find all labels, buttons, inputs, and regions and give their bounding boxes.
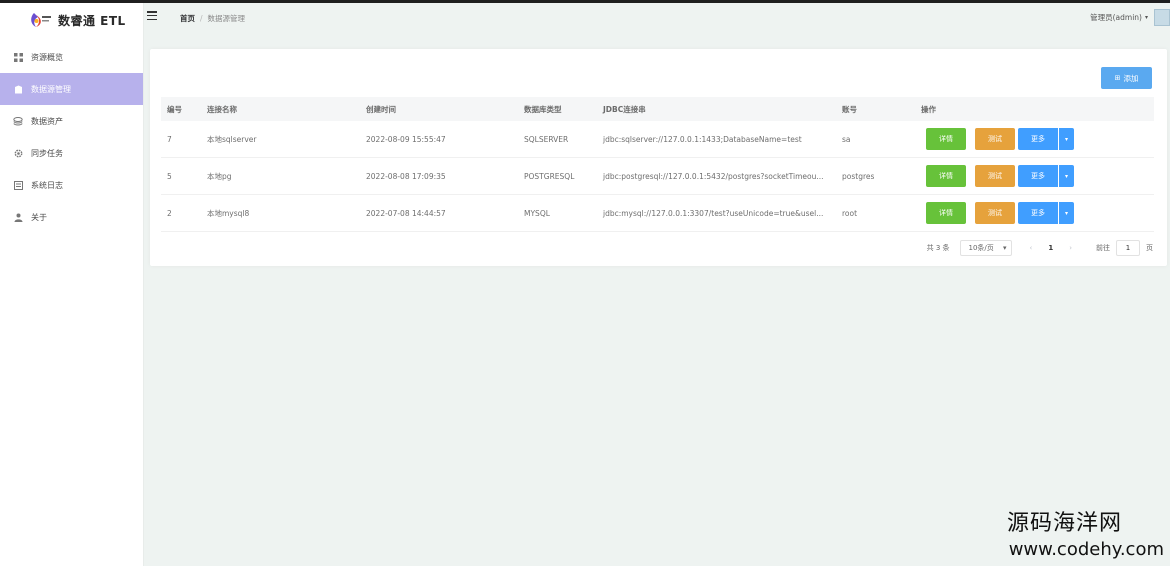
table-row: 7 本地sqlserver 2022-08-09 15:55:47 SQLSER… <box>161 121 1154 158</box>
cell-created: 2022-07-08 14:44:57 <box>366 208 446 218</box>
sidebar-item-label: 资源概览 <box>31 52 63 62</box>
column-header-created: 创建时间 <box>366 104 396 114</box>
column-header-type: 数据库类型 <box>524 104 562 114</box>
cell-id: 2 <box>167 208 172 218</box>
menu-toggle-icon[interactable] <box>147 11 157 21</box>
cell-type: POSTGRESQL <box>524 171 575 181</box>
goto-prefix: 前往 <box>1096 244 1110 252</box>
goto-suffix: 页 <box>1146 244 1153 252</box>
sidebar: 数睿通 ETL 资源概览 数据源管理 数据资产 同步任务 系统日志 关于 <box>0 3 144 566</box>
cell-name: 本地pg <box>207 171 232 181</box>
chevron-down-icon: ▾ <box>1144 14 1148 21</box>
log-icon <box>13 180 23 190</box>
cell-jdbc: jdbc:sqlserver://127.0.0.1:1433;Database… <box>603 134 802 144</box>
brand[interactable]: 数睿通 ETL <box>0 3 143 37</box>
test-button[interactable]: 测试 <box>975 202 1015 224</box>
cell-actions: 详情 测试 更多 ▾ <box>915 165 1154 187</box>
gear-icon <box>13 148 23 158</box>
cell-name: 本地sqlserver <box>207 134 257 144</box>
test-button[interactable]: 测试 <box>975 165 1015 187</box>
user-name: 管理员(admin) <box>1090 13 1142 22</box>
sidebar-item-label: 关于 <box>31 212 47 222</box>
breadcrumb-separator: / <box>200 14 203 23</box>
watermark-line1: 源码海洋网 <box>1006 511 1122 536</box>
logo-icon <box>28 10 52 30</box>
sidebar-item-label: 数据资产 <box>31 116 63 126</box>
datasource-card: ⊞ 添加 编号 连接名称 创建时间 数据库类型 JDBC连接串 账号 操作 7 … <box>150 49 1167 266</box>
cell-jdbc: jdbc:postgresql://127.0.0.1:5432/postgre… <box>603 171 824 181</box>
detail-button[interactable]: 详情 <box>926 128 966 150</box>
page-size-select[interactable]: 10条/页 ▾ <box>959 240 1012 256</box>
sidebar-menu: 资源概览 数据源管理 数据资产 同步任务 系统日志 关于 <box>0 41 143 233</box>
sidebar-item-label: 同步任务 <box>31 148 63 158</box>
column-header-account: 账号 <box>842 104 857 114</box>
cell-id: 7 <box>167 134 172 144</box>
user-icon <box>13 212 23 222</box>
cell-account: sa <box>842 134 851 144</box>
database-icon <box>13 84 23 94</box>
datasource-table: 编号 连接名称 创建时间 数据库类型 JDBC连接串 账号 操作 7 本地sql… <box>161 97 1154 232</box>
cell-name: 本地mysql8 <box>207 208 250 218</box>
sidebar-item-sync-tasks[interactable]: 同步任务 <box>0 137 143 169</box>
cell-account: postgres <box>842 171 875 181</box>
breadcrumb-home[interactable]: 首页 <box>180 13 195 24</box>
avatar[interactable] <box>1154 9 1170 26</box>
pagination-total: 共 3 条 <box>926 244 950 252</box>
layers-icon <box>13 116 23 126</box>
page-number[interactable]: 1 <box>1048 244 1053 252</box>
cell-id: 5 <box>167 171 172 181</box>
column-header-actions: 操作 <box>921 104 936 114</box>
sidebar-item-label: 系统日志 <box>31 180 63 190</box>
cell-actions: 详情 测试 更多 ▾ <box>915 202 1154 224</box>
detail-button[interactable]: 详情 <box>926 165 966 187</box>
column-header-jdbc: JDBC连接串 <box>603 104 646 114</box>
table-header: 编号 连接名称 创建时间 数据库类型 JDBC连接串 账号 操作 <box>161 97 1154 121</box>
breadcrumb: 首页 / 数据源管理 <box>180 13 245 24</box>
sidebar-item-assets[interactable]: 数据资产 <box>0 105 143 137</box>
sidebar-item-datasource[interactable]: 数据源管理 <box>0 73 143 105</box>
next-page-icon[interactable]: › <box>1069 244 1072 252</box>
more-button[interactable]: 更多 <box>1018 165 1058 187</box>
more-dropdown-icon[interactable]: ▾ <box>1059 165 1074 187</box>
add-button-label: 添加 <box>1123 73 1139 83</box>
more-button[interactable]: 更多 <box>1018 202 1058 224</box>
goto-page-input[interactable] <box>1116 240 1140 256</box>
prev-page-icon[interactable]: ‹ <box>1030 244 1033 252</box>
cell-type: SQLSERVER <box>524 134 569 144</box>
grid-icon <box>13 52 23 62</box>
user-menu[interactable]: 管理员(admin) ▾ <box>1090 12 1148 23</box>
more-dropdown-icon[interactable]: ▾ <box>1059 202 1074 224</box>
add-icon: ⊞ <box>1114 74 1121 82</box>
cell-jdbc: jdbc:mysql://127.0.0.1:3307/test?useUnic… <box>603 208 824 218</box>
cell-actions: 详情 测试 更多 ▾ <box>915 128 1154 150</box>
sidebar-item-label: 数据源管理 <box>31 84 71 94</box>
more-dropdown-icon[interactable]: ▾ <box>1059 128 1074 150</box>
sidebar-item-overview[interactable]: 资源概览 <box>0 41 143 73</box>
watermark: 源码海洋网 www.codehy.com <box>1007 505 1164 560</box>
sidebar-item-system-log[interactable]: 系统日志 <box>0 169 143 201</box>
column-header-id: 编号 <box>167 104 182 114</box>
more-button[interactable]: 更多 <box>1018 128 1058 150</box>
pagination: 共 3 条 10条/页 ▾ ‹ 1 › 前往 页 <box>927 240 1153 256</box>
breadcrumb-current: 数据源管理 <box>207 14 246 23</box>
cell-account: root <box>842 208 858 218</box>
table-row: 5 本地pg 2022-08-08 17:09:35 POSTGRESQL jd… <box>161 158 1154 195</box>
watermark-line2: www.codehy.com <box>1008 539 1164 560</box>
chevron-down-icon: ▾ <box>1002 244 1007 252</box>
cell-created: 2022-08-08 17:09:35 <box>366 171 446 181</box>
page-size-value: 10条/页 <box>968 244 994 252</box>
sidebar-item-about[interactable]: 关于 <box>0 201 143 233</box>
table-row: 2 本地mysql8 2022-07-08 14:44:57 MYSQL jdb… <box>161 195 1154 232</box>
cell-type: MYSQL <box>524 208 550 218</box>
add-button[interactable]: ⊞ 添加 <box>1101 67 1152 89</box>
header: 首页 / 数据源管理 管理员(admin) ▾ <box>144 3 1170 33</box>
detail-button[interactable]: 详情 <box>926 202 966 224</box>
column-header-name: 连接名称 <box>207 104 237 114</box>
app-title: 数睿通 ETL <box>58 13 126 28</box>
cell-created: 2022-08-09 15:55:47 <box>366 134 446 144</box>
test-button[interactable]: 测试 <box>975 128 1015 150</box>
